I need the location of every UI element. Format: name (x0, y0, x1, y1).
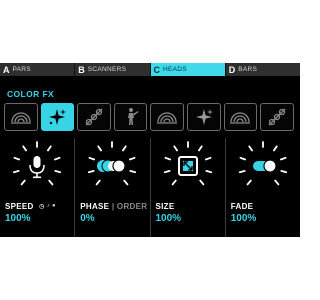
dial-tick (239, 156, 246, 161)
mic-small-icon: ● (52, 203, 56, 210)
dial-tick (88, 156, 96, 161)
tab-heads[interactable]: C HEADS (150, 63, 225, 76)
dial-tick (164, 156, 171, 161)
tab-letter: A (3, 64, 10, 75)
tab-label: SCANNERS (87, 66, 127, 73)
section-title: COLOR FX (7, 89, 55, 99)
tab-bar: A PARS B SCANNERS C HEADS D BARS (0, 63, 300, 76)
tab-label: BARS (238, 66, 258, 73)
performer-icon (127, 108, 139, 125)
note-icon: ♪ (46, 203, 51, 210)
dial-tick (122, 145, 127, 152)
dial-tick (97, 145, 103, 152)
size-panel: SIZE 100% (149, 138, 225, 237)
fx-button-row (4, 103, 297, 131)
dial-tick (279, 156, 287, 161)
speed-dial[interactable] (11, 140, 63, 192)
size-label: SIZE (155, 202, 175, 211)
dial-tick (54, 170, 62, 174)
dial-tick (53, 156, 61, 161)
chain-dots-icon (268, 108, 286, 126)
dial-tick (48, 179, 54, 186)
phase-dial[interactable] (86, 140, 138, 192)
tab-label: HEADS (163, 66, 187, 73)
dial-tick (172, 145, 178, 152)
dial-tick (129, 156, 136, 161)
tab-letter: B (78, 64, 85, 75)
dial-tick (13, 156, 21, 161)
rainbow-arc-icon (10, 112, 31, 124)
dial-tick (88, 170, 95, 174)
speed-label: SPEED ◷ ♪ ● (5, 202, 56, 211)
dial-tick (280, 170, 287, 174)
dial-tick (272, 145, 278, 152)
fade-label: FADE (230, 202, 254, 211)
sparkle-icon (49, 109, 67, 125)
tab-pars[interactable]: A PARS (0, 63, 75, 76)
rainbow-arc-icon (157, 112, 178, 124)
phase-label: PHASE | ORDER (80, 202, 148, 211)
resize-icon (177, 156, 198, 176)
clock-icon: ◷ (39, 204, 45, 211)
phase-toggle-icon (97, 159, 126, 173)
fx-button-chain[interactable] (260, 103, 294, 131)
dial-tick (47, 145, 52, 152)
fx-button-sparkle[interactable] (40, 103, 75, 131)
dial-tick (123, 179, 129, 186)
size-value: 100% (155, 213, 182, 224)
dial-tick (20, 179, 26, 186)
dial-tick (163, 170, 171, 174)
dial-tick (248, 145, 253, 152)
parameter-panels: SPEED ◷ ♪ ● 100% PHASE | ORDER 0% SIZE 1… (0, 138, 300, 237)
dial-tick (198, 179, 204, 186)
dial-tick (204, 156, 211, 161)
fx-button-rainbow[interactable] (150, 103, 184, 131)
dial-tick (246, 179, 252, 186)
dial-tick (95, 179, 101, 186)
tab-scanners[interactable]: B SCANNERS (75, 63, 150, 76)
dial-tick (197, 145, 203, 152)
speed-panel: SPEED ◷ ♪ ● 100% (0, 138, 74, 237)
fade-value: 100% (230, 213, 257, 224)
tab-letter: C (153, 64, 161, 75)
dial-tick (12, 170, 20, 174)
fx-button-rainbow[interactable] (223, 103, 258, 131)
tab-letter: D (228, 64, 236, 75)
dial-tick (238, 170, 246, 174)
speed-value: 100% (5, 213, 31, 224)
fx-button-chain[interactable] (77, 103, 111, 131)
chain-dots-icon (85, 108, 103, 126)
dial-tick (129, 170, 137, 174)
tab-label: PARS (12, 66, 31, 73)
phase-value: 0% (80, 213, 95, 224)
microphone-icon (29, 156, 45, 179)
dial-tick (171, 179, 177, 186)
phase-panel: PHASE | ORDER 0% (74, 138, 149, 237)
fade-toggle-icon (252, 159, 277, 173)
size-dial[interactable] (162, 140, 214, 192)
sparkle-icon (195, 109, 213, 125)
fx-button-sparkle[interactable] (186, 103, 221, 131)
controller-screen: A PARS B SCANNERS C HEADS D BARS COLOR F… (0, 63, 300, 237)
fx-button-performer[interactable] (113, 103, 148, 131)
dial-tick (22, 145, 28, 152)
fade-panel: FADE 100% (224, 138, 300, 237)
tab-bars[interactable]: D BARS (225, 63, 300, 76)
dial-tick (204, 170, 212, 174)
rainbow-arc-icon (230, 112, 251, 124)
dial-tick (274, 179, 280, 186)
fx-button-rainbow[interactable] (4, 103, 38, 131)
fade-dial[interactable] (237, 140, 289, 192)
speed-mode-icons: ◷ ♪ ● (39, 203, 56, 210)
